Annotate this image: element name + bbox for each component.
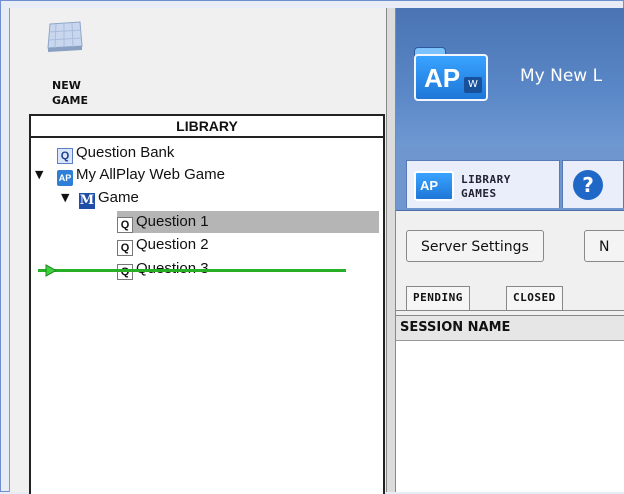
logo-badge: W	[464, 77, 482, 93]
tree-item-question-2[interactable]: Q Question 2	[117, 234, 209, 256]
question-bank-icon: Q	[57, 148, 73, 164]
tree-item-label: Question 1	[136, 213, 209, 230]
drop-indicator-line	[38, 269, 346, 272]
library-title: LIBRARY	[31, 116, 383, 138]
question-icon: Q	[117, 240, 133, 256]
tree-item-question-1[interactable]: Q Question 1	[117, 211, 379, 233]
tab-label-line2: GAMES	[461, 187, 497, 200]
question-icon: Q	[117, 264, 133, 280]
new-game-label-line2: GAME	[52, 94, 89, 107]
allplay-icon: AP	[57, 170, 73, 186]
pane-splitter[interactable]	[386, 8, 396, 492]
expand-caret-icon[interactable]: ▼	[35, 164, 43, 186]
new-game-label: NEW GAME	[52, 78, 88, 108]
session-table: SESSION NAME	[396, 315, 624, 492]
tab-pending[interactable]: PENDING	[406, 286, 470, 310]
next-button[interactable]: N	[584, 230, 624, 262]
left-pane: NEW GAME LIBRARY Q Question Bank ▼ AP My A…	[9, 8, 387, 494]
tab-label-line1: LIBRARY	[461, 173, 511, 186]
question-icon: Q	[117, 217, 133, 233]
drop-arrow-icon	[38, 264, 58, 277]
game-icon: M	[79, 193, 95, 209]
allplay-logo-icon: AP W	[414, 47, 490, 103]
tree-item-label: Question Bank	[76, 144, 175, 161]
tab-closed[interactable]: CLOSED	[506, 286, 563, 310]
tree-item-question-bank[interactable]: Q Question Bank	[57, 142, 174, 164]
server-settings-button[interactable]: Server Settings	[406, 230, 544, 262]
library-games-icon: AP	[414, 171, 454, 201]
tree-item-web-game[interactable]: AP My AllPlay Web Game	[57, 164, 225, 186]
help-icon: ?	[573, 170, 603, 200]
header-banner: AP W My New L	[396, 8, 624, 146]
column-header-session-name[interactable]: SESSION NAME	[396, 316, 624, 341]
tree-item-game[interactable]: M Game	[79, 187, 139, 209]
new-game-label-line1: NEW	[52, 79, 81, 92]
tab-underline	[396, 310, 624, 311]
tree-item-label: Game	[98, 189, 139, 206]
expand-caret-icon[interactable]: ▼	[61, 187, 69, 209]
tree-item-label: My AllPlay Web Game	[76, 166, 225, 183]
tree-item-label: Question 2	[136, 236, 209, 253]
library-panel: LIBRARY Q Question Bank ▼ AP My AllPlay We…	[29, 114, 385, 494]
new-game-button[interactable]: NEW GAME	[32, 18, 96, 110]
tab-library-games[interactable]: AP LIBRARY GAMES	[406, 160, 560, 208]
app-title: My New L	[520, 66, 603, 86]
new-game-icon	[47, 21, 83, 52]
tab-help[interactable]: ?	[562, 160, 624, 208]
right-pane: AP W My New L AP LIBRARY GAMES ? Server …	[396, 8, 624, 492]
